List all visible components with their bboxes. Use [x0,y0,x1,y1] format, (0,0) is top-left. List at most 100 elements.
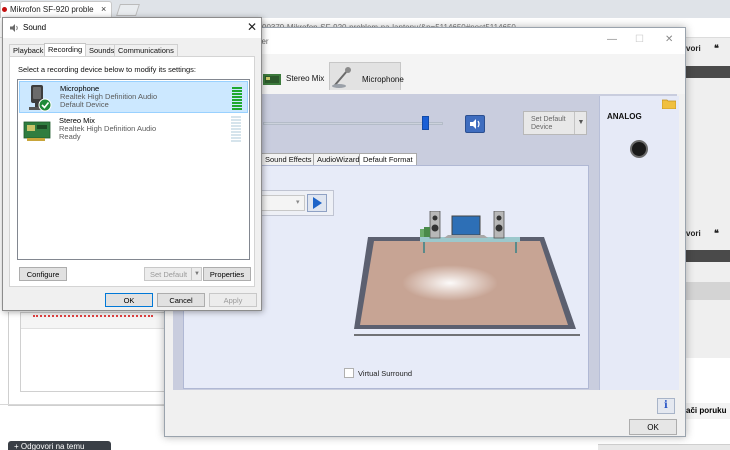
post-reply-button-2[interactable]: vori ❝ [686,227,730,241]
meter-segment [232,108,242,110]
meter-segment [232,105,242,107]
device-tab-label: Microphone [362,75,404,84]
post-header-bar [686,66,730,78]
list-item-microphone[interactable]: Microphone Realtek High Definition Audio… [19,81,248,113]
reply-to-thread-button[interactable]: + Odgovori na temu [8,441,111,450]
quote-icon: ❝ [714,43,719,53]
post-reply-label: vori [686,229,701,238]
maximize-icon: ☐ [635,34,644,45]
close-icon[interactable]: ✕ [665,34,673,45]
set-default-device-button[interactable]: Set Default Device ▼ [523,111,587,135]
meter-segment [232,87,242,89]
minimize-icon[interactable]: — [607,34,617,45]
editor-toolbar [21,313,167,329]
volume-mute-button[interactable] [465,115,485,133]
speaker-icon [10,24,18,32]
set-default-label: Set Default [150,270,188,279]
post-reply-label: vori [686,44,701,53]
recording-device-list: Microphone Realtek High Definition Audio… [17,79,250,260]
meter-segment [232,93,242,95]
properties-button[interactable]: Properties [203,267,251,281]
folder-icon[interactable] [662,98,676,109]
site-favicon-icon [2,7,7,12]
reply-thread-button[interactable]: ači poruku [686,403,730,419]
tab-recording[interactable]: Recording [44,43,87,57]
post-footer-bar [686,282,730,300]
virtual-surround-label: Virtual Surround [358,369,413,378]
tab-audiowizard[interactable]: AudioWizard [313,153,364,165]
tab-default-format[interactable]: Default Format [359,153,417,165]
meter-segment [231,119,241,121]
chevron-down-icon[interactable]: ▼ [574,112,587,134]
tab-close-icon[interactable]: × [101,4,106,14]
post-header-bar [686,250,730,262]
browser-tab[interactable]: Mikrofon SF-920 proble × [0,1,112,18]
browser-tab-title: Mikrofon SF-920 proble [10,5,94,14]
sound-titlebar[interactable]: Sound ✕ [3,18,261,38]
footer-strip [598,444,730,450]
divider [0,404,164,405]
virtual-surround-checkbox[interactable] [344,368,354,378]
reply-thread-label: ači poruku [686,406,727,415]
speaker-icon [470,119,480,129]
meter-segment [232,102,242,104]
tab-sound-effects[interactable]: Sound Effects [261,153,316,165]
stereo-mix-icon [263,74,281,85]
browser-tab-bar: Mikrofon SF-920 proble × [0,0,730,18]
microphone-icon [332,67,351,88]
meter-segment [231,140,241,142]
device-tab-stereo-mix[interactable]: Stereo Mix [261,62,325,90]
audio-jack-icon[interactable] [630,140,648,158]
info-icon: i [664,400,668,411]
set-default-button: Set Default ▼ [144,267,202,281]
chevron-down-icon: ▾ [296,199,300,206]
configure-button[interactable]: Configure [19,267,67,281]
reply-editor[interactable] [20,312,167,392]
cancel-button[interactable]: Cancel [157,293,205,307]
set-default-line2: Device [531,124,553,131]
level-meter [232,84,242,112]
meter-segment [231,125,241,127]
meter-segment [232,96,242,98]
connector-panel: ANALOG [599,96,679,390]
meter-segment [231,131,241,133]
realtek-ok-button[interactable]: OK [629,419,677,435]
meter-segment [232,84,242,86]
quote-icon: ❝ [714,228,719,238]
device-tab-label: Stereo Mix [286,74,325,83]
meter-segment [231,134,241,136]
device-status: Default Device [60,100,109,109]
device-status: Ready [59,132,81,141]
recording-panel: Select a recording device below to modif… [9,56,255,287]
environment-control: ▾ [258,190,334,216]
chevron-down-icon: ▼ [191,268,202,280]
level-meter [231,116,241,144]
ok-button[interactable]: OK [105,293,153,307]
sound-title: Sound [23,23,47,32]
play-icon [313,197,322,209]
meter-segment [231,122,241,124]
device-tab-microphone[interactable]: Microphone [329,62,404,90]
microphone-device-icon [29,85,52,112]
reply-to-thread-label: + Odgovori na temu [14,442,85,450]
close-icon[interactable]: ✕ [247,20,257,34]
volume-slider[interactable] [263,122,443,125]
spellcheck-underline [33,315,153,317]
info-button[interactable]: i [657,398,675,414]
sound-dialog: Sound ✕ Playback Recording Sounds Commun… [2,17,262,311]
environment-play-button[interactable] [307,194,327,212]
meter-segment [231,137,241,139]
meter-segment [232,90,242,92]
sound-card-icon [23,121,51,141]
new-tab-button[interactable] [116,4,140,16]
environment-select[interactable]: ▾ [261,195,305,211]
meter-segment [232,99,242,101]
set-default-device-label: Set Default Device [531,116,566,132]
volume-slider-thumb[interactable] [422,116,430,130]
set-default-line1: Set Default [531,116,566,123]
instruction-text: Select a recording device below to modif… [18,65,197,74]
post-reply-button-1[interactable]: vori ❝ [686,42,730,56]
list-item-stereo-mix[interactable]: Stereo Mix Realtek High Definition Audio… [19,114,248,146]
room-stage-illustration [354,211,580,336]
page-right-column [686,38,730,358]
